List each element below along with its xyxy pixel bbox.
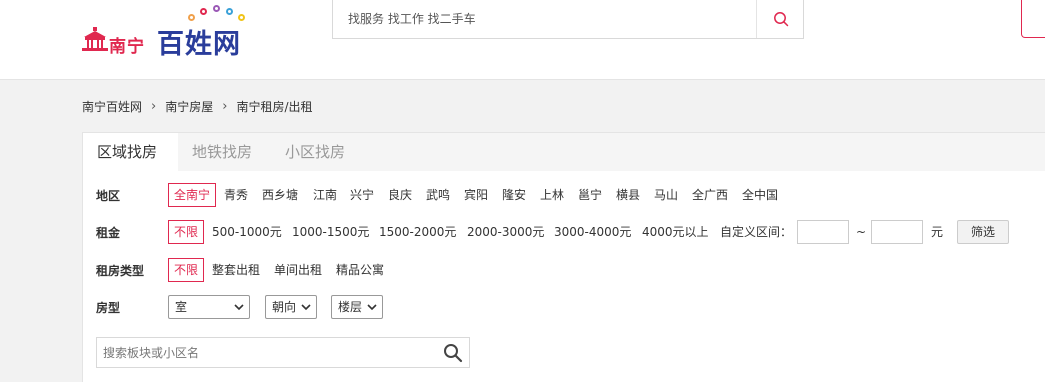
floor-select[interactable]: 楼层 bbox=[331, 295, 383, 319]
logo-dot bbox=[188, 14, 195, 21]
filter-panel: 区域找房 地铁找房 小区找房 地区 全南宁 青秀 西乡塘 江南 兴宁 良庆 武鸣… bbox=[82, 132, 1045, 382]
rent-type-option[interactable]: 单间出租 bbox=[274, 258, 322, 282]
region-option[interactable]: 上林 bbox=[540, 183, 564, 207]
rent-option[interactable]: 2000-3000元 bbox=[467, 220, 544, 244]
temple-roof-icon bbox=[82, 27, 108, 51]
region-option[interactable]: 全中国 bbox=[742, 183, 778, 207]
filter-row-layout: 房型 室 朝向 楼层 bbox=[83, 295, 1045, 319]
region-option[interactable]: 武鸣 bbox=[426, 183, 450, 207]
chevron-down-icon bbox=[234, 304, 244, 311]
orientation-value: 朝向 bbox=[272, 300, 297, 314]
region-option[interactable]: 马山 bbox=[654, 183, 678, 207]
tab-subway-search[interactable]: 地铁找房 bbox=[192, 133, 252, 171]
rent-type-option[interactable]: 不限 bbox=[168, 258, 205, 282]
region-option[interactable]: 全南宁 bbox=[168, 183, 217, 207]
rent-type-option[interactable]: 整套出租 bbox=[212, 258, 260, 282]
breadcrumb-item-current: 南宁租房/出租 bbox=[236, 99, 313, 114]
chevron-down-icon bbox=[301, 304, 311, 311]
filter-row-rent-type: 租房类型 不限 整套出租 单间出租 精品公寓 bbox=[83, 258, 1045, 282]
rent-option[interactable]: 4000元以上 bbox=[642, 220, 709, 244]
rent-type-option[interactable]: 精品公寓 bbox=[336, 258, 384, 282]
area-search-box bbox=[96, 337, 470, 368]
region-option[interactable]: 江南 bbox=[313, 183, 337, 207]
logo-dot bbox=[200, 8, 207, 15]
region-option[interactable]: 邕宁 bbox=[578, 183, 602, 207]
search-icon[interactable] bbox=[443, 343, 463, 363]
breadcrumb: 南宁百姓网 › 南宁房屋 › 南宁租房/出租 bbox=[82, 97, 312, 115]
range-separator: ~ bbox=[856, 225, 867, 239]
currency-unit: 元 bbox=[931, 225, 944, 239]
region-option[interactable]: 横县 bbox=[616, 183, 640, 207]
tab-community-search[interactable]: 小区找房 bbox=[285, 133, 345, 171]
logo-dot bbox=[238, 14, 245, 21]
chevron-right-icon: › bbox=[222, 98, 228, 114]
filter-label-layout: 房型 bbox=[96, 300, 121, 315]
site-search-button[interactable] bbox=[756, 0, 804, 38]
logo-dots bbox=[186, 5, 248, 23]
breadcrumb-item[interactable]: 南宁房屋 bbox=[165, 98, 213, 115]
chevron-down-icon bbox=[367, 304, 377, 311]
rent-option[interactable]: 1000-1500元 bbox=[292, 220, 369, 244]
rent-option[interactable]: 3000-4000元 bbox=[554, 220, 631, 244]
logo-dot bbox=[213, 5, 220, 12]
floor-value: 楼层 bbox=[338, 300, 363, 314]
region-option[interactable]: 青秀 bbox=[224, 183, 248, 207]
search-mode-tabs: 区域找房 地铁找房 小区找房 bbox=[83, 133, 1045, 171]
rent-option[interactable]: 不限 bbox=[168, 220, 205, 244]
filter-label-rent: 租金 bbox=[96, 225, 121, 240]
region-option[interactable]: 良庆 bbox=[388, 183, 412, 207]
tab-area-search[interactable]: 区域找房 bbox=[83, 133, 178, 171]
rent-option[interactable]: 1500-2000元 bbox=[379, 220, 456, 244]
filter-label-rent-type: 租房类型 bbox=[96, 263, 145, 278]
logo-brand-text: 百姓网 bbox=[157, 29, 241, 60]
custom-range-label: 自定义区间： bbox=[720, 225, 793, 239]
rent-min-input[interactable] bbox=[797, 220, 849, 244]
logo-dot bbox=[226, 8, 233, 15]
site-search bbox=[332, 0, 804, 39]
room-count-value: 室 bbox=[175, 300, 188, 314]
region-option[interactable]: 隆安 bbox=[502, 183, 526, 207]
rent-option[interactable]: 500-1000元 bbox=[212, 220, 282, 244]
region-option[interactable]: 宾阳 bbox=[464, 183, 488, 207]
site-header: 南宁 百姓网 bbox=[0, 0, 1045, 80]
filter-row-rent: 租金 不限 500-1000元 1000-1500元 1500-2000元 20… bbox=[83, 220, 1045, 244]
area-search-input[interactable] bbox=[97, 338, 437, 367]
orientation-select[interactable]: 朝向 bbox=[265, 295, 317, 319]
header-right-button[interactable] bbox=[1021, 0, 1045, 38]
search-icon bbox=[774, 12, 789, 27]
rent-max-input[interactable] bbox=[871, 220, 923, 244]
region-option[interactable]: 西乡塘 bbox=[262, 183, 298, 207]
logo-city-text: 南宁 bbox=[109, 37, 145, 57]
breadcrumb-item[interactable]: 南宁百姓网 bbox=[82, 98, 142, 115]
filter-row-region: 地区 全南宁 青秀 西乡塘 江南 兴宁 良庆 武鸣 宾阳 隆安 上林 邕宁 横县… bbox=[83, 183, 1045, 207]
chevron-right-icon: › bbox=[151, 98, 157, 114]
site-search-input[interactable] bbox=[333, 0, 756, 38]
site-logo[interactable]: 南宁 百姓网 bbox=[82, 5, 262, 60]
filter-button[interactable]: 筛选 bbox=[957, 220, 1009, 244]
filter-label-region: 地区 bbox=[96, 188, 121, 203]
region-option[interactable]: 兴宁 bbox=[350, 183, 374, 207]
room-count-select[interactable]: 室 bbox=[168, 295, 250, 319]
region-option[interactable]: 全广西 bbox=[692, 183, 728, 207]
